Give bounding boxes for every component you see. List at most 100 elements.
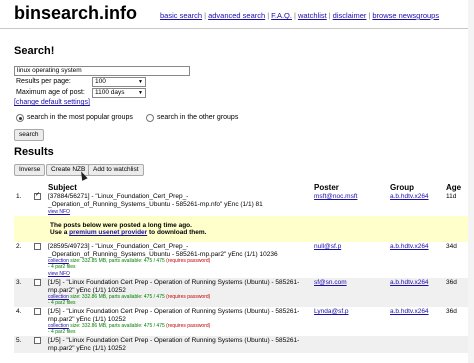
site-title: binsearch.info (14, 3, 138, 23)
poster-cell: Lynda@sf.p (312, 307, 388, 336)
row-checkbox[interactable] (34, 279, 41, 286)
radio-popular-groups[interactable] (16, 114, 24, 122)
premium-provider-link[interactable]: premium usenet provider (69, 229, 147, 236)
par2-files: - 4 par2 files (48, 264, 76, 270)
header-divider (0, 28, 474, 29)
group-cell (388, 336, 444, 353)
warning-cell: The posts below were posted a long time … (46, 216, 468, 242)
age-cell (444, 336, 468, 353)
row-number: 4. (16, 308, 22, 315)
row-checkbox-cell (32, 278, 46, 307)
poster-cell (312, 336, 388, 353)
search-query-input[interactable]: linux operating system (14, 66, 190, 76)
row-checkbox-cell (32, 307, 46, 336)
col-age-header: Age (446, 183, 462, 192)
table-row: 5. [1/5] - "Linux Foundation Cert Prep -… (14, 336, 468, 353)
nav-disclaimer[interactable]: disclaimer (333, 11, 367, 20)
max-age-select[interactable]: 1100 days ▼ (92, 88, 146, 98)
col-checkbox-header (14, 180, 32, 192)
radio-other-groups[interactable] (146, 114, 154, 122)
meta-size: size: 332.85 MB, parts available: 475 / … (68, 258, 167, 264)
site-header: binsearch.info basic search | advanced sea… (0, 0, 474, 28)
old-posts-warning: The posts below were posted a long time … (14, 216, 468, 242)
group-link[interactable]: a.b.hdtv.x264 (390, 193, 429, 200)
subject-text: [28595/49723] - "Linux_Foundation_Cert_P… (48, 243, 278, 258)
nav-browse-newsgroups[interactable]: browse newsgroups (372, 11, 439, 20)
results-header-row: Subject Poster Group Age (14, 180, 468, 192)
subject-text: [1/5] - "Linux Foundation Cert Prep - Op… (48, 279, 300, 294)
age-cell: 36d (446, 279, 457, 286)
table-row: 2. [28595/49723] - "Linux_Foundation_Cer… (14, 242, 468, 278)
change-default-settings-link[interactable]: [change default settings] (14, 99, 90, 106)
page-scrollbar[interactable] (468, 0, 474, 363)
subject-text: [1/5] - "Linux Foundation Cert Prep - Op… (48, 337, 300, 352)
radio-other-groups-label: search in the other groups (157, 114, 239, 121)
age-cell: 11d (446, 193, 457, 200)
nav-basic-search[interactable]: basic search (160, 11, 202, 20)
col-group-header: Group (390, 183, 414, 192)
warning-suffix: to download them. (149, 229, 207, 236)
warning-line-2: Use a premium usenet provider to downloa… (50, 229, 464, 236)
results-per-page-label: Results per page: (16, 78, 71, 85)
poster-link[interactable]: Lynda@sf.p (314, 308, 349, 315)
table-row: 3. [1/5] - "Linux Foundation Cert Prep -… (14, 278, 468, 307)
chevron-down-icon: ▼ (138, 90, 143, 96)
subject-cell: [28595/49723] - "Linux_Foundation_Cert_P… (46, 242, 312, 278)
age-cell: 36d (446, 308, 457, 315)
group-cell: a.b.hdtv.x264 (388, 278, 444, 307)
view-nfo-link[interactable]: view NFO (48, 271, 70, 277)
warning-spacer (14, 216, 46, 242)
row-number: 2. (16, 243, 22, 250)
col-poster-header: Poster (314, 183, 339, 192)
results-heading: Results (14, 146, 54, 158)
group-link[interactable]: a.b.hdtv.x264 (390, 243, 429, 250)
results-table: Subject Poster Group Age 1. [37884/56271… (14, 180, 468, 353)
warning-prefix: Use a (50, 229, 68, 236)
meta-size: size: 332.86 MB, parts available: 475 / … (68, 294, 167, 300)
search-button[interactable]: search (14, 129, 44, 141)
results-per-page-value: 100 (95, 78, 106, 85)
warning-line-1: The posts below were posted a long time … (50, 222, 192, 229)
poster-link[interactable]: msft@noc.msft (314, 193, 357, 200)
group-cell: a.b.hdtv.x264 (388, 307, 444, 336)
row-checkbox[interactable] (34, 308, 41, 315)
table-row: 4. [1/5] - "Linux Foundation Cert Prep -… (14, 307, 468, 336)
search-heading: Search! (14, 45, 55, 57)
nav-faq[interactable]: F.A.Q. (271, 11, 292, 20)
row-checkbox[interactable] (34, 191, 41, 200)
row-number: 3. (16, 279, 22, 286)
nav-watchlist[interactable]: watchlist (298, 11, 327, 20)
poster-cell: sf@sn.com (312, 278, 388, 307)
age-cell: 34d (446, 243, 457, 250)
chevron-down-icon: ▼ (138, 79, 143, 85)
subject-cell: [37884/56271] - "Linux_Foundation_Cert_P… (46, 192, 312, 216)
add-to-watchlist-button[interactable]: Add to watchlist (88, 164, 144, 176)
requires-password-tag: (requires password) (166, 258, 211, 264)
row-number: 5. (16, 337, 22, 344)
poster-cell: msft@noc.msft (312, 192, 388, 216)
radio-popular-groups-label: search in the most popular groups (27, 114, 133, 121)
table-row: 1. [37884/56271] - "Linux_Foundation_Cer… (14, 191, 468, 216)
row-checkbox-cell (32, 191, 46, 216)
subject-cell: [1/5] - "Linux Foundation Cert Prep - Op… (46, 278, 312, 307)
par2-files: - 4 par2 files (48, 329, 76, 335)
view-nfo-link[interactable]: view NFO (48, 209, 70, 215)
results-per-page-select[interactable]: 100 ▼ (92, 77, 146, 87)
subject-text: [37884/56271] - "Linux_Foundation_Cert_P… (48, 193, 263, 208)
group-link[interactable]: a.b.hdtv.x264 (390, 279, 429, 286)
requires-password-tag: (requires password) (166, 323, 211, 329)
row-checkbox[interactable] (34, 243, 41, 250)
group-cell: a.b.hdtv.x264 (388, 192, 444, 216)
top-nav: basic search | advanced search | F.A.Q. | watc… (160, 11, 439, 20)
max-age-value: 1100 days (95, 89, 125, 96)
subject-cell: [1/5] - "Linux Foundation Cert Prep - Op… (46, 336, 312, 353)
row-number: 1. (16, 193, 22, 200)
row-checkbox[interactable] (34, 337, 41, 344)
group-link[interactable]: a.b.hdtv.x264 (390, 308, 429, 315)
inverse-button[interactable]: Inverse (14, 164, 46, 176)
nav-advanced-search[interactable]: advanced search (208, 11, 265, 20)
group-cell: a.b.hdtv.x264 (388, 242, 444, 278)
poster-link[interactable]: null@sf.p (314, 243, 341, 250)
max-age-label: Maximum age of post: (16, 89, 85, 96)
poster-link[interactable]: sf@sn.com (314, 279, 347, 286)
